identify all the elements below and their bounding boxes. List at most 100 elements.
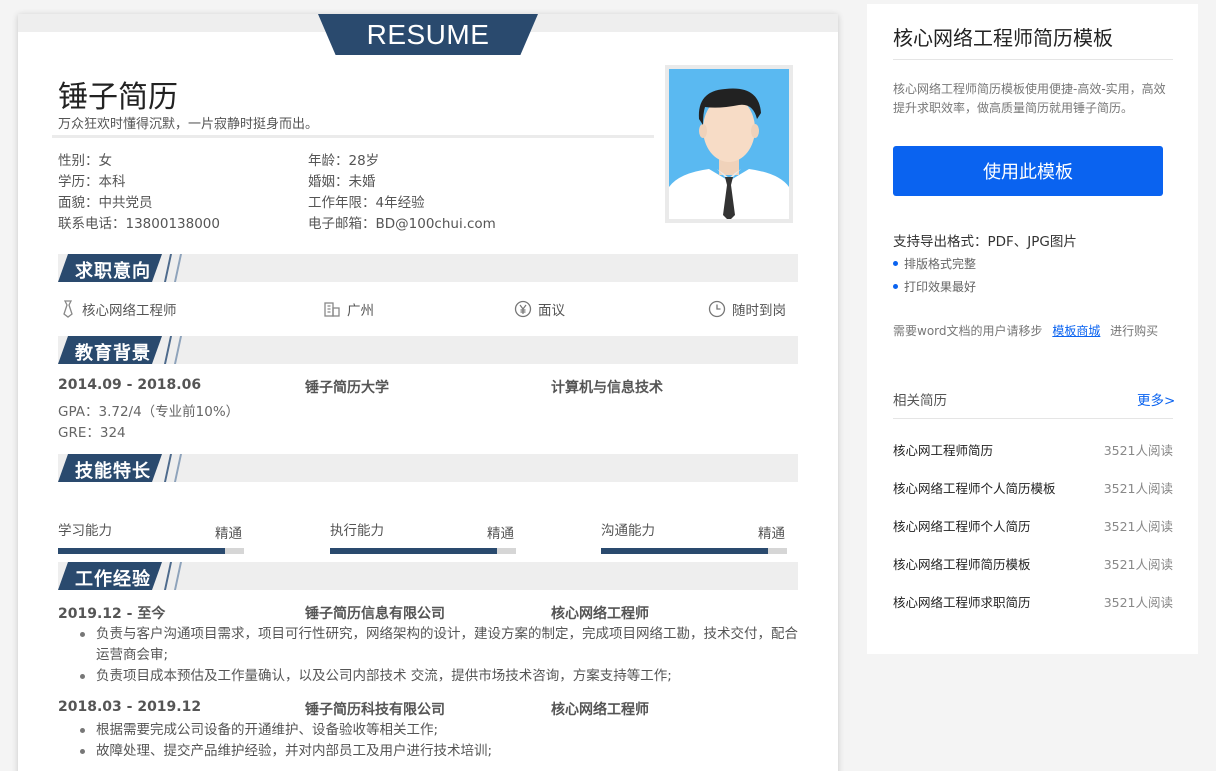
intent-salary: 面议 bbox=[514, 299, 565, 319]
intent-availability: 随时到岗 bbox=[708, 299, 786, 319]
person-avatar-icon bbox=[669, 69, 789, 219]
info-experience: 工作年限：4年经验 bbox=[308, 195, 425, 211]
word-note-prefix: 需要word文档的用户请移步 bbox=[893, 324, 1043, 338]
skill-level: 精通 bbox=[487, 526, 514, 542]
avatar bbox=[665, 65, 793, 223]
section-title-intent: 求职意向 bbox=[75, 261, 151, 282]
work-period: 2018.03 - 2019.12 bbox=[58, 699, 202, 715]
related-item-reads: 3521人阅读 bbox=[1103, 481, 1173, 496]
building-icon bbox=[324, 302, 340, 317]
skill-execution: 执行能力 精通 bbox=[330, 519, 516, 559]
skill-bar bbox=[58, 548, 244, 554]
skill-bar bbox=[330, 548, 516, 554]
related-item-title: 核心网络工程师求职简历 bbox=[893, 595, 1031, 610]
list-item: 故障处理、提交产品维护经验，并对内部员工及用户进行技术培训; bbox=[76, 741, 800, 762]
info-gender: 性别：女 bbox=[58, 153, 112, 169]
personal-info: 性别：女 年龄：28岁 学历：本科 婚姻：未婚 面貌：中共党员 工作年限：4年经… bbox=[58, 152, 658, 234]
resume-paper: RESUME 锤子简历 万众狂欢时懂得沉默，一片寂静时挺身而出。 性别：女 年龄… bbox=[18, 14, 838, 771]
intent-availability-text: 随时到岗 bbox=[732, 303, 786, 319]
related-item-reads: 3521人阅读 bbox=[1103, 557, 1173, 572]
related-item-reads: 3521人阅读 bbox=[1103, 519, 1173, 534]
yen-icon bbox=[514, 300, 532, 318]
related-item[interactable]: 核心网工程师简历 3521人阅读 bbox=[893, 440, 1173, 460]
resume-motto: 万众狂欢时懂得沉默，一片寂静时挺身而出。 bbox=[58, 117, 319, 132]
related-item[interactable]: 核心网络工程师求职简历 3521人阅读 bbox=[893, 592, 1173, 612]
divider bbox=[893, 418, 1173, 419]
feature-item: 打印效果最好 bbox=[893, 278, 976, 295]
intent-city: 广州 bbox=[323, 299, 374, 319]
work-title: 核心网络工程师 bbox=[551, 606, 649, 622]
work-duties: 负责与客户沟通项目需求，项目可行性研究，网络架构的设计，建设方案的制定，完成项目… bbox=[76, 624, 800, 687]
education-period: 2014.09 - 2018.06 bbox=[58, 377, 202, 393]
resume-banner: RESUME bbox=[318, 14, 538, 55]
skill-bar-fill bbox=[330, 548, 498, 554]
use-template-button[interactable]: 使用此模板 bbox=[893, 146, 1163, 196]
skill-communication: 沟通能力 精通 bbox=[601, 519, 787, 559]
related-item[interactable]: 核心网络工程师个人简历模板 3521人阅读 bbox=[893, 478, 1173, 498]
related-item[interactable]: 核心网络工程师个人简历 3521人阅读 bbox=[893, 516, 1173, 536]
intent-city-text: 广州 bbox=[347, 303, 374, 319]
bullet-dot-icon bbox=[893, 284, 898, 289]
divider bbox=[893, 59, 1173, 60]
work-company: 锤子简历信息有限公司 bbox=[305, 606, 445, 622]
word-note: 需要word文档的用户请移步 模板商城 进行购买 bbox=[893, 322, 1158, 339]
work-company: 锤子简历科技有限公司 bbox=[305, 702, 445, 718]
skill-bar-fill bbox=[601, 548, 769, 554]
related-item[interactable]: 核心网络工程师简历模板 3521人阅读 bbox=[893, 554, 1173, 574]
education-gpa: GPA：3.72/4（专业前10%） bbox=[58, 404, 240, 420]
work-duties: 根据需要完成公司设备的开通维护、设备验收等相关工作; 故障处理、提交产品维护经验… bbox=[76, 720, 800, 762]
intent-position: 核心网络工程师 bbox=[60, 299, 177, 319]
section-title-education: 教育背景 bbox=[75, 343, 151, 364]
template-description: 核心网络工程师简历模板使用便捷-高效-实用，高效提升求职效率，做高质量简历就用锤… bbox=[893, 82, 1166, 115]
skill-name: 学习能力 bbox=[58, 523, 112, 539]
related-item-title: 核心网工程师简历 bbox=[893, 443, 994, 458]
section-title-work: 工作经验 bbox=[75, 569, 151, 590]
tie-icon bbox=[63, 300, 73, 318]
related-item-reads: 3521人阅读 bbox=[1103, 595, 1173, 610]
education-gre: GRE：324 bbox=[58, 425, 126, 441]
related-item-title: 核心网络工程师个人简历 bbox=[893, 519, 1031, 534]
more-link[interactable]: 更多> bbox=[1137, 389, 1175, 409]
skill-bar bbox=[601, 548, 787, 554]
info-phone: 联系电话：13800138000 bbox=[58, 216, 220, 232]
info-age: 年龄：28岁 bbox=[308, 153, 380, 169]
list-item: 根据需要完成公司设备的开通维护、设备验收等相关工作; bbox=[76, 720, 800, 741]
skill-level: 精通 bbox=[215, 526, 242, 542]
template-title: 核心网络工程师简历模板 bbox=[893, 26, 1113, 50]
resume-name: 锤子简历 bbox=[58, 80, 178, 115]
education-major: 计算机与信息技术 bbox=[551, 380, 663, 396]
avatar-photo bbox=[669, 69, 789, 219]
related-item-reads: 3521人阅读 bbox=[1103, 443, 1173, 458]
template-mall-link[interactable]: 模板商城 bbox=[1052, 324, 1100, 338]
list-item: 负责与客户沟通项目需求，项目可行性研究，网络架构的设计，建设方案的制定，完成项目… bbox=[76, 624, 800, 666]
feature-text: 排版格式完整 bbox=[904, 257, 977, 271]
related-item-title: 核心网络工程师简历模板 bbox=[893, 557, 1031, 572]
info-email: 电子邮箱：BD@100chui.com bbox=[308, 216, 496, 232]
education-school: 锤子简历大学 bbox=[305, 380, 389, 396]
related-title: 相关简历 bbox=[893, 393, 947, 409]
skill-name: 沟通能力 bbox=[601, 523, 655, 539]
work-title: 核心网络工程师 bbox=[551, 702, 649, 718]
work-period: 2019.12 - 至今 bbox=[58, 606, 166, 622]
word-note-suffix: 进行购买 bbox=[1110, 324, 1159, 338]
info-political: 面貌：中共党员 bbox=[58, 195, 153, 211]
section-header-work: 工作经验 bbox=[58, 562, 798, 590]
list-item: 负责项目成本预估及工作量确认，以及公司内部技术 交流，提供市场技术咨询，方案支持… bbox=[76, 666, 800, 687]
section-header-skills: 技能特长 bbox=[58, 454, 798, 482]
skill-level: 精通 bbox=[758, 526, 785, 542]
skill-learning: 学习能力 精通 bbox=[58, 519, 244, 559]
header-divider bbox=[52, 135, 654, 138]
intent-salary-text: 面议 bbox=[538, 303, 565, 319]
info-degree: 学历：本科 bbox=[58, 174, 126, 190]
intent-position-text: 核心网络工程师 bbox=[82, 303, 177, 319]
clock-icon bbox=[708, 300, 726, 318]
bullet-dot-icon bbox=[893, 261, 898, 266]
section-title-skills: 技能特长 bbox=[75, 461, 151, 482]
skill-name: 执行能力 bbox=[330, 523, 384, 539]
skill-bar-fill bbox=[58, 548, 226, 554]
section-header-education: 教育背景 bbox=[58, 336, 798, 364]
template-side-panel: 核心网络工程师简历模板 核心网络工程师简历模板使用便捷-高效-实用，高效提升求职… bbox=[867, 4, 1198, 654]
feature-item: 排版格式完整 bbox=[893, 255, 976, 272]
feature-text: 打印效果最好 bbox=[904, 280, 977, 294]
section-header-intent: 求职意向 bbox=[58, 254, 798, 282]
